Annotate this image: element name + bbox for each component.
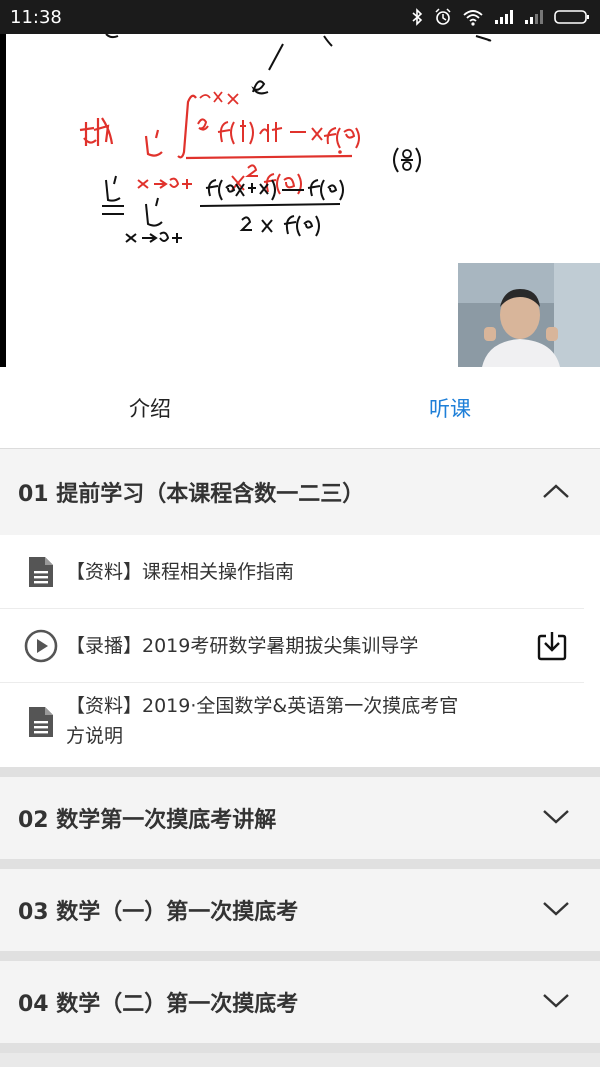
signal-1-icon	[495, 10, 513, 24]
alarm-icon	[435, 8, 451, 25]
chapter-header-04[interactable]: 04 数学（二）第一次摸底考	[0, 961, 600, 1043]
play-circle-icon	[24, 629, 58, 663]
divider	[0, 859, 600, 869]
document-icon	[24, 555, 58, 589]
list-item[interactable]: 【资料】2019·全国数学&英语第一次摸底考官方说明	[0, 683, 584, 767]
tab-lessons[interactable]: 听课	[300, 367, 600, 448]
chapter-header-03[interactable]: 03 数学（一）第一次摸底考	[0, 869, 600, 951]
chapter-title: 03 数学（一）第一次摸底考	[18, 900, 299, 925]
chevron-down-icon[interactable]	[542, 990, 570, 1015]
tab-bar: 介绍 听课	[0, 367, 600, 449]
chapter-title: 04 数学（二）第一次摸底考	[18, 992, 299, 1017]
tab-lessons-label: 听课	[429, 396, 471, 421]
chapter-01-items: 【资料】课程相关操作指南 【录播】2019考研数学暑期拔尖集训导学 【资料】20…	[0, 535, 600, 767]
chapter-title: 02 数学第一次摸底考讲解	[18, 808, 277, 833]
status-bar: 11:38	[0, 0, 600, 34]
divider	[0, 1043, 600, 1053]
wifi-icon	[463, 10, 483, 26]
teacher-camera-thumbnail[interactable]	[458, 263, 600, 367]
divider	[0, 951, 600, 961]
document-icon	[24, 705, 58, 739]
chapter-header-02[interactable]: 02 数学第一次摸底考讲解	[0, 777, 600, 859]
tab-intro[interactable]: 介绍	[0, 367, 300, 448]
video-player[interactable]	[0, 34, 600, 367]
chapter-title: 01 提前学习（本课程含数一二三）	[18, 482, 365, 507]
list-item[interactable]: 【录播】2019考研数学暑期拔尖集训导学	[0, 609, 584, 683]
signal-2-icon	[525, 10, 543, 24]
status-icons	[410, 8, 590, 26]
tab-intro-label: 介绍	[129, 396, 171, 421]
list-item-text: 【资料】课程相关操作指南	[66, 560, 295, 583]
list-item-text: 【资料】2019·全国数学&英语第一次摸底考官方说明	[66, 695, 459, 747]
bluetooth-icon	[412, 8, 423, 26]
chevron-down-icon[interactable]	[542, 806, 570, 831]
chevron-down-icon[interactable]	[542, 898, 570, 923]
status-time: 11:38	[10, 6, 62, 28]
list-item[interactable]: 【资料】课程相关操作指南	[0, 535, 584, 609]
divider	[0, 767, 600, 777]
chapter-header-01[interactable]: 01 提前学习（本课程含数一二三）	[0, 449, 600, 535]
download-icon[interactable]	[532, 630, 572, 662]
course-list: 01 提前学习（本课程含数一二三） 【资料】课程相关操作指南 【录播】2019考…	[0, 449, 600, 1067]
list-item-text: 【录播】2019考研数学暑期拔尖集训导学	[66, 634, 419, 657]
chevron-up-icon[interactable]	[542, 480, 570, 505]
battery-icon	[554, 10, 589, 24]
